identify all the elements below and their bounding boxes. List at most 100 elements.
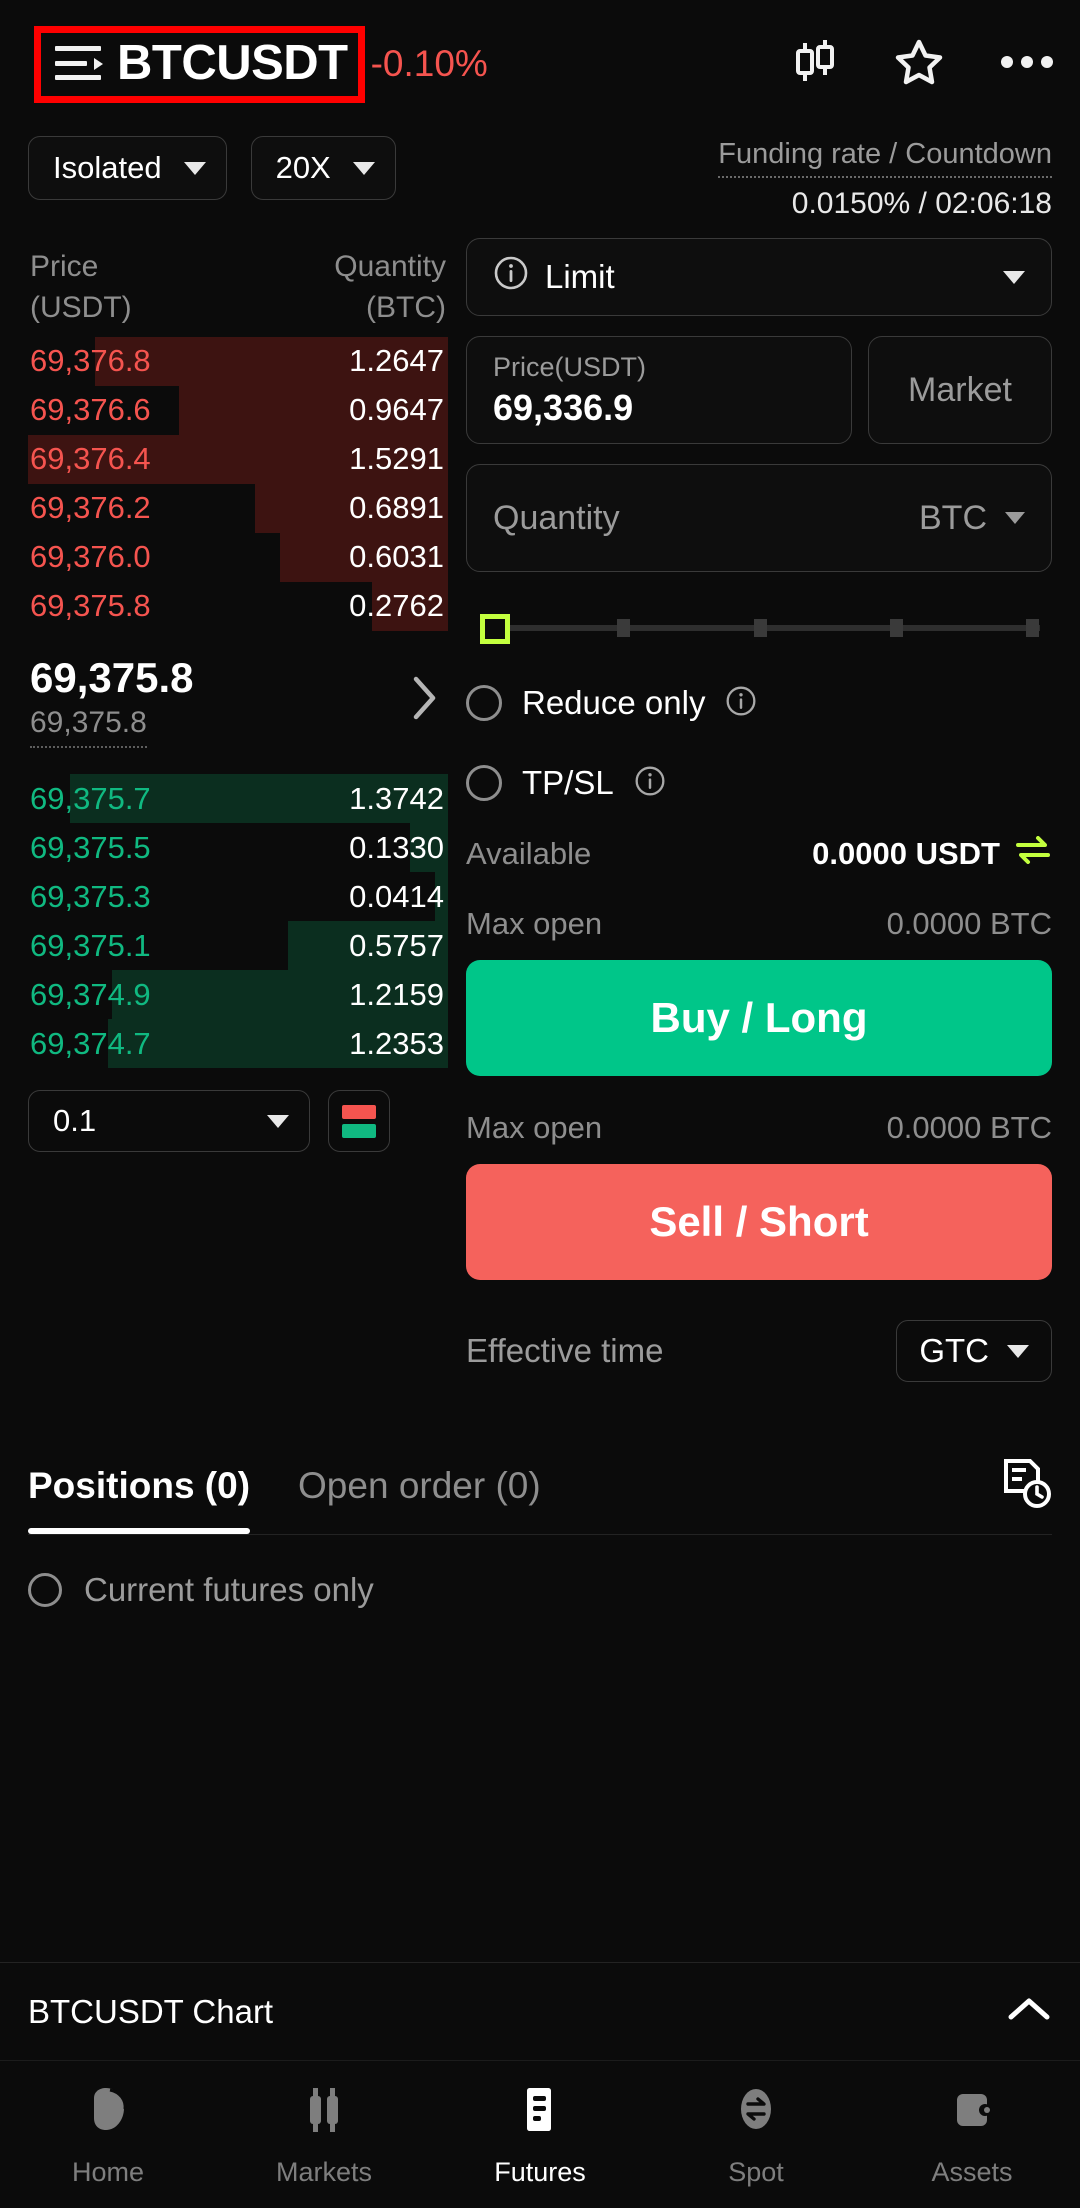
futures-trading-screen: BTCUSDT -0.10% Isolated 20X Funding rate… [0,0,1080,2208]
bid-rows: 69,375.7 1.3742 69,375.5 0.1330 69,375.3 0.04… [28,774,448,1069]
chevron-down-icon [267,1114,289,1128]
chart-expander-bar[interactable]: BTCUSDT Chart [0,1962,1080,2060]
row-quantity: 0.1330 [349,829,444,865]
ask-row[interactable]: 69,376.2 0.6891 [28,483,448,533]
nav-item-futures[interactable]: Futures [432,2082,648,2188]
chevron-right-icon[interactable] [412,675,446,726]
app-header: BTCUSDT -0.10% [0,0,1080,128]
current-futures-only-checkbox[interactable]: Current futures only [0,1535,1080,1609]
ask-row[interactable]: 69,376.8 1.2647 [28,336,448,386]
order-form: Limit Price(USDT) 69,336.9 Market Quanti… [466,238,1052,1382]
ask-depth-indicator [342,1104,376,1119]
tick-size-selector[interactable]: 0.1 [28,1090,310,1153]
tab-positions[interactable]: Positions (0) [28,1438,251,1534]
max-open-sell-row: Max open 0.0000 BTC [466,1110,1052,1146]
trade-body: Price (USDT) Quantity (BTC) 69,376.8 1.26… [0,238,1080,1382]
bid-row[interactable]: 69,375.7 1.3742 [28,774,448,824]
max-open-buy-value: 0.0000 BTC [886,906,1052,941]
nav-item-spot[interactable]: Spot [648,2082,864,2188]
row-quantity: 0.2762 [349,588,444,624]
price-input[interactable]: Price(USDT) 69,336.9 [466,336,852,444]
info-icon[interactable] [725,685,757,722]
quantity-percent-slider[interactable] [480,614,1040,644]
bid-row[interactable]: 69,375.3 0.0414 [28,872,448,922]
effective-time-value: GTC [919,1332,989,1369]
slider-node-50[interactable] [753,619,767,637]
order-history-icon[interactable] [1000,1457,1052,1516]
sell-short-button[interactable]: Sell / Short [466,1164,1052,1280]
order-type-selector[interactable]: Limit [466,238,1052,316]
leverage-selector[interactable]: 20X [250,136,396,200]
leverage-label: 20X [275,150,331,185]
info-icon[interactable] [634,765,666,802]
available-label: Available [466,836,592,871]
buy-long-button[interactable]: Buy / Long [466,960,1052,1076]
funding-rate-block[interactable]: Funding rate / Countdown 0.0150% / 02:06… [718,136,1052,221]
column-header-quantity-unit: (BTC) [366,291,446,325]
row-price: 69,376.4 [30,441,151,477]
reduce-only-checkbox[interactable]: Reduce only [466,684,1052,722]
quantity-unit-selector[interactable]: BTC [919,499,1025,538]
slider-node-75[interactable] [889,619,903,637]
current-futures-only-label: Current futures only [84,1571,374,1608]
price-input-value: 69,336.9 [493,387,634,429]
order-book-footer: 0.1 [28,1090,448,1153]
wallet-icon [944,2082,1000,2143]
futures-icon [512,2082,568,2143]
column-header-price: Price [30,250,99,283]
mid-price-block[interactable]: 69,375.8 69,375.8 [28,631,448,767]
nav-item-assets[interactable]: Assets [864,2082,1080,2188]
tab-open-order[interactable]: Open order (0) [298,1438,541,1534]
nav-item-label: Spot [728,2156,784,2187]
market-price-button[interactable]: Market [868,336,1052,444]
row-price: 69,375.1 [30,927,151,963]
ask-row[interactable]: 69,376.6 0.9647 [28,385,448,435]
nav-item-label: Assets [931,2156,1013,2187]
slider-node-25[interactable] [617,619,631,637]
depth-display-toggle[interactable] [328,1090,390,1153]
pair-selector[interactable]: BTCUSDT [34,25,365,103]
funding-rate-value: 0.0150% / 02:06:18 [791,187,1052,220]
bid-row[interactable]: 69,374.9 1.2159 [28,970,448,1020]
ask-row[interactable]: 69,376.4 1.5291 [28,434,448,484]
nav-item-home[interactable]: Home [0,2082,216,2188]
quantity-placeholder: Quantity [493,498,620,537]
row-price: 69,376.6 [30,392,151,428]
price-input-label: Price(USDT) [493,351,646,382]
quantity-unit-label: BTC [919,498,987,537]
row-price: 69,376.0 [30,539,151,575]
bid-row[interactable]: 69,374.7 1.2353 [28,1019,448,1069]
slider-handle[interactable] [480,614,510,644]
ask-row[interactable]: 69,375.8 0.2762 [28,581,448,631]
transfer-icon[interactable] [1014,836,1052,872]
column-header-quantity: Quantity [334,250,446,283]
bid-row[interactable]: 69,375.5 0.1330 [28,823,448,873]
nav-item-label: Markets [275,2156,373,2187]
star-icon[interactable] [894,38,944,91]
slider-node-100[interactable] [1026,619,1040,637]
candlestick-chart-icon[interactable] [792,37,838,92]
page-title: BTCUSDT [117,35,348,90]
info-icon[interactable] [493,255,529,299]
bid-row[interactable]: 69,375.1 0.5757 [28,921,448,971]
tpsl-checkbox[interactable]: TP/SL [466,764,1052,802]
checkbox-circle-icon [466,765,502,801]
effective-time-row: Effective time GTC [466,1320,1052,1382]
effective-time-selector[interactable]: GTC [896,1320,1052,1382]
hamburger-icon[interactable] [55,46,103,80]
chevron-down-icon [1005,512,1025,524]
more-options-icon[interactable] [1000,54,1054,75]
nav-item-markets[interactable]: Markets [216,2082,432,2188]
ask-row[interactable]: 69,376.0 0.6031 [28,532,448,582]
row-price: 69,376.8 [30,343,151,379]
ask-rows: 69,376.8 1.2647 69,376.6 0.9647 69,376.4 1.52… [28,336,448,631]
index-price: 69,375.8 [30,706,147,749]
quantity-input[interactable]: Quantity BTC [466,464,1052,572]
margin-mode-selector[interactable]: Isolated [28,136,227,200]
last-price: 69,375.8 [30,653,194,701]
header-left-group: BTCUSDT -0.10% [28,25,488,103]
chevron-up-icon[interactable] [1006,1995,1052,2028]
checkbox-circle-icon [466,685,502,721]
row-price: 69,375.8 [30,588,151,624]
max-open-sell-value: 0.0000 BTC [886,1110,1052,1145]
